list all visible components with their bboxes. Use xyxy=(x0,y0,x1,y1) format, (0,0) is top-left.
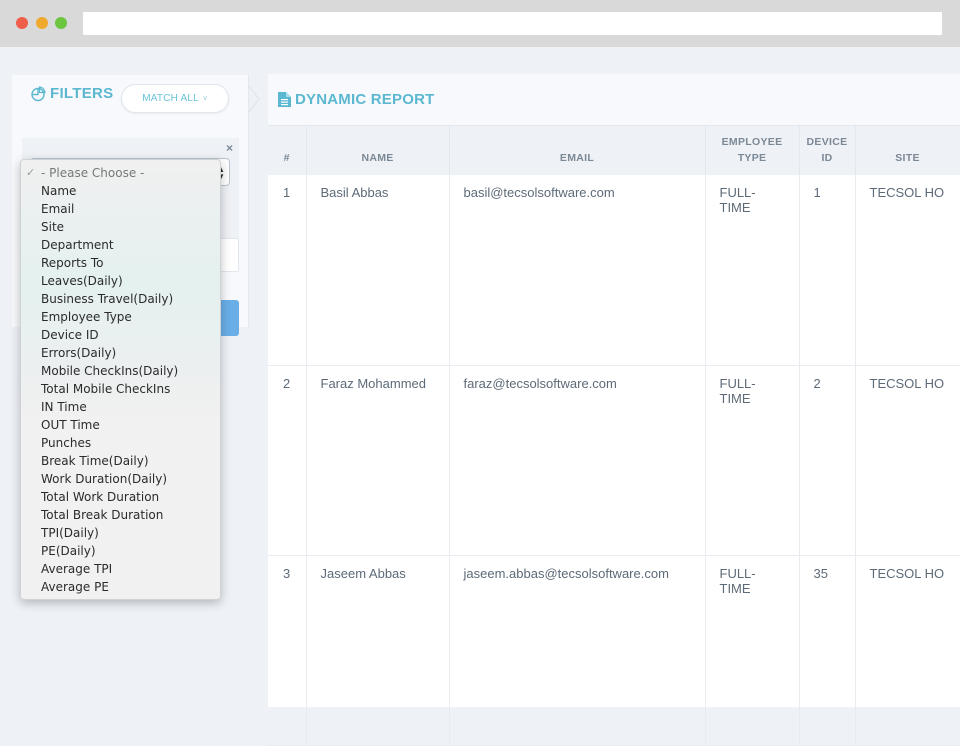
column-header-device-id[interactable]: DEVICE ID xyxy=(799,126,856,175)
cell-email: faraz@tecsolsoftware.com xyxy=(449,365,706,556)
match-all-label: MATCH ALL xyxy=(142,93,199,104)
dropdown-option[interactable]: TPI(Daily) xyxy=(21,524,220,542)
report-title: DYNAMIC REPORT xyxy=(295,91,435,108)
panel-arrow-divider xyxy=(247,85,260,113)
cell-device-id: 1 xyxy=(799,175,856,366)
dropdown-option[interactable]: Employee Type xyxy=(21,308,220,326)
dropdown-option-label: Total Work Duration xyxy=(41,490,160,504)
dropdown-option[interactable]: Break Time(Daily) xyxy=(21,452,220,470)
dropdown-option[interactable]: Business Travel(Daily) xyxy=(21,290,220,308)
filters-heading: FILTERS xyxy=(30,85,113,102)
dropdown-option[interactable]: Total Work Duration xyxy=(21,488,220,506)
dropdown-option-label: IN Time xyxy=(41,400,87,414)
dropdown-option-label: Average PE xyxy=(41,580,109,594)
cell-number: 2 xyxy=(268,365,307,556)
dropdown-option-label: Leaves(Daily) xyxy=(41,274,123,288)
cell-site: TECSOL HO xyxy=(855,175,960,366)
window-minimize-button[interactable] xyxy=(36,17,48,29)
column-header-number[interactable]: # xyxy=(268,126,307,175)
dropdown-option-label: Employee Type xyxy=(41,310,132,324)
cell-number: 3 xyxy=(268,555,307,746)
filters-title: FILTERS xyxy=(50,85,114,102)
dropdown-option-label: Break Time(Daily) xyxy=(41,454,149,468)
cell-employee-type: FULL-TIME xyxy=(705,555,800,746)
dropdown-option[interactable]: IN Time xyxy=(21,398,220,416)
cell-employee-type: FULL-TIME xyxy=(705,175,800,366)
pie-chart-icon xyxy=(31,85,46,101)
window-close-button[interactable] xyxy=(16,17,28,29)
dropdown-option-label: Site xyxy=(41,220,65,234)
dropdown-option[interactable]: OUT Time xyxy=(21,416,220,434)
column-header-site[interactable]: SITE xyxy=(855,126,960,175)
chevron-down-icon: ˅ xyxy=(202,94,208,103)
dropdown-option-label: OUT Time xyxy=(41,418,100,432)
dropdown-option[interactable]: Punches xyxy=(21,434,220,452)
table-row: 2 Faraz Mohammed faraz@tecsolsoftware.co… xyxy=(268,365,960,556)
dropdown-option-label: Reports To xyxy=(41,256,104,270)
dropdown-option-label: Department xyxy=(41,238,114,252)
cell-email: basil@tecsolsoftware.com xyxy=(449,175,706,366)
dropdown-option[interactable]: Name xyxy=(21,182,220,200)
report-header: DYNAMIC REPORT xyxy=(268,74,960,126)
dropdown-option-label: PE(Daily) xyxy=(41,544,96,558)
report-panel: DYNAMIC REPORT # NAME EMAIL EMPLOYEE TYP… xyxy=(268,74,960,746)
address-bar[interactable] xyxy=(83,12,942,35)
dropdown-option[interactable]: Site xyxy=(21,218,220,236)
dropdown-option[interactable]: Email xyxy=(21,200,220,218)
dropdown-option[interactable]: ✓ - Please Choose - xyxy=(21,164,220,182)
column-header-employee-type[interactable]: EMPLOYEE TYPE xyxy=(705,126,800,175)
dropdown-option-label: TPI(Daily) xyxy=(41,526,99,540)
dropdown-option-label: Average TPI xyxy=(41,562,113,576)
dropdown-option[interactable]: Average PE xyxy=(21,578,220,596)
dropdown-option[interactable]: Total Break Duration xyxy=(21,506,220,524)
table-row: 3 Jaseem Abbas jaseem.abbas@tecsolsoftwa… xyxy=(268,555,960,746)
dropdown-option[interactable]: Total Mobile CheckIns xyxy=(21,380,220,398)
dropdown-option[interactable]: Average TPI xyxy=(21,560,220,578)
dropdown-option-label: Mobile CheckIns(Daily) xyxy=(41,364,179,378)
dropdown-option-label: Total Mobile CheckIns xyxy=(41,382,171,396)
dropdown-option[interactable]: Department xyxy=(21,236,220,254)
cell-number: 1 xyxy=(268,175,307,366)
column-header-email[interactable]: EMAIL xyxy=(449,126,706,175)
field-select-dropdown-menu: ✓ - Please Choose - Name Email Site Departmen… xyxy=(20,159,221,600)
dropdown-option[interactable]: Device ID xyxy=(21,326,220,344)
dropdown-option-label: Email xyxy=(41,202,75,216)
table-row: 1 Basil Abbas basil@tecsolsoftware.com F… xyxy=(268,175,960,366)
dropdown-option[interactable]: Reports To xyxy=(21,254,220,272)
report-table: # NAME EMAIL EMPLOYEE TYPE DEVICE ID SIT… xyxy=(268,126,960,746)
dropdown-option-label: Errors(Daily) xyxy=(41,346,117,360)
dropdown-option-label: Total Break Duration xyxy=(41,508,164,522)
dropdown-option-label: - Please Choose - xyxy=(41,166,145,180)
cell-site: TECSOL HO xyxy=(855,555,960,746)
checkmark-icon: ✓ xyxy=(26,166,36,179)
dropdown-option[interactable]: PE(Daily) xyxy=(21,542,220,560)
cell-email: jaseem.abbas@tecsolsoftware.com xyxy=(449,555,706,746)
dropdown-option[interactable]: Errors(Daily) xyxy=(21,344,220,362)
cell-name: Faraz Mohammed xyxy=(306,365,450,556)
table-header-row: # NAME EMAIL EMPLOYEE TYPE DEVICE ID SIT… xyxy=(268,126,960,175)
dropdown-option-label: Device ID xyxy=(41,328,99,342)
browser-chrome xyxy=(0,0,960,47)
column-header-name[interactable]: NAME xyxy=(306,126,450,175)
dropdown-option[interactable]: Work Duration(Daily) xyxy=(21,470,220,488)
cell-name: Basil Abbas xyxy=(306,175,450,366)
match-all-dropdown[interactable]: MATCH ALL ˅ xyxy=(121,84,229,113)
dropdown-option[interactable]: Leaves(Daily) xyxy=(21,272,220,290)
dropdown-option[interactable]: Mobile CheckIns(Daily) xyxy=(21,362,220,380)
dropdown-option-label: Business Travel(Daily) xyxy=(41,292,174,306)
cell-device-id: 35 xyxy=(799,555,856,746)
document-icon xyxy=(278,92,291,107)
cell-site: TECSOL HO xyxy=(855,365,960,556)
dropdown-option-label: Punches xyxy=(41,436,92,450)
window-maximize-button[interactable] xyxy=(55,17,67,29)
dropdown-option-label: Name xyxy=(41,184,77,198)
cell-name: Jaseem Abbas xyxy=(306,555,450,746)
cell-device-id: 2 xyxy=(799,365,856,556)
dropdown-option-label: Work Duration(Daily) xyxy=(41,472,168,486)
close-icon[interactable]: × xyxy=(226,141,233,155)
cell-employee-type: FULL-TIME xyxy=(705,365,800,556)
